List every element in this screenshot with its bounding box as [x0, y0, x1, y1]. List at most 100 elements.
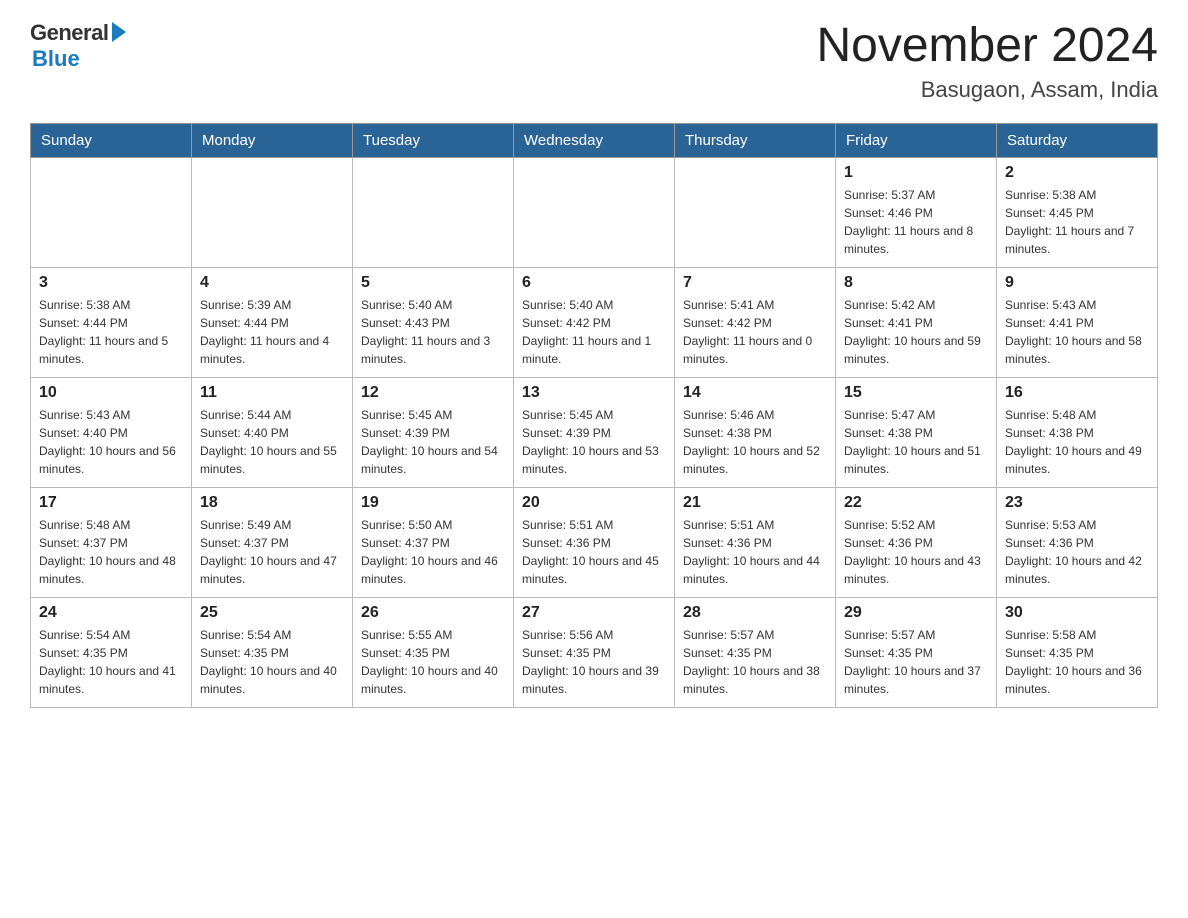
- calendar-cell: [31, 157, 192, 267]
- day-info: Sunrise: 5:49 AMSunset: 4:37 PMDaylight:…: [200, 516, 344, 588]
- page-header: General Blue November 2024 Basugaon, Ass…: [30, 20, 1158, 103]
- day-number: 20: [522, 494, 666, 512]
- day-info: Sunrise: 5:55 AMSunset: 4:35 PMDaylight:…: [361, 626, 505, 698]
- calendar-cell: 11 Sunrise: 5:44 AMSunset: 4:40 PMDayligh…: [192, 377, 353, 487]
- calendar-cell: 25Sunrise: 5:54 AMSunset: 4:35 PMDayligh…: [192, 597, 353, 707]
- calendar-row: 10 Sunrise: 5:43 AMSunset: 4:40 PMDayligh…: [31, 377, 1158, 487]
- calendar-cell: 24 Sunrise: 5:54 AMSunset: 4:35 PMDayligh…: [31, 597, 192, 707]
- day-info: Sunrise: 5:40 AMSunset: 4:43 PMDaylight:…: [361, 296, 505, 368]
- calendar-cell: 7 Sunrise: 5:41 AMSunset: 4:42 PMDaylight…: [675, 267, 836, 377]
- calendar-cell: 21 Sunrise: 5:51 AMSunset: 4:36 PMDayligh…: [675, 487, 836, 597]
- day-number: 18: [200, 494, 344, 512]
- day-info: Sunrise: 5:45 AMSunset: 4:39 PMDaylight:…: [361, 406, 505, 478]
- calendar-cell: 9 Sunrise: 5:43 AMSunset: 4:41 PMDaylight…: [997, 267, 1158, 377]
- calendar-row: 1 Sunrise: 5:37 AMSunset: 4:46 PMDaylight…: [31, 157, 1158, 267]
- calendar-cell: 3Sunrise: 5:38 AMSunset: 4:44 PMDaylight…: [31, 267, 192, 377]
- day-info: Sunrise: 5:47 AMSunset: 4:38 PMDaylight:…: [844, 406, 988, 478]
- calendar-cell: 15 Sunrise: 5:47 AMSunset: 4:38 PMDayligh…: [836, 377, 997, 487]
- calendar-cell: 20 Sunrise: 5:51 AMSunset: 4:36 PMDayligh…: [514, 487, 675, 597]
- logo-arrow-icon: [112, 22, 126, 42]
- day-info: Sunrise: 5:56 AMSunset: 4:35 PMDaylight:…: [522, 626, 666, 698]
- calendar-cell: 5 Sunrise: 5:40 AMSunset: 4:43 PMDaylight…: [353, 267, 514, 377]
- day-number: 11: [200, 384, 344, 402]
- day-number: 15: [844, 384, 988, 402]
- day-info: Sunrise: 5:38 AMSunset: 4:44 PMDaylight:…: [39, 296, 183, 368]
- day-info: Sunrise: 5:54 AMSunset: 4:35 PMDaylight:…: [39, 626, 183, 698]
- day-info: Sunrise: 5:40 AMSunset: 4:42 PMDaylight:…: [522, 296, 666, 368]
- day-info: Sunrise: 5:51 AMSunset: 4:36 PMDaylight:…: [522, 516, 666, 588]
- day-number: 6: [522, 274, 666, 292]
- calendar-cell: 6 Sunrise: 5:40 AMSunset: 4:42 PMDaylight…: [514, 267, 675, 377]
- calendar-cell: 13 Sunrise: 5:45 AMSunset: 4:39 PMDayligh…: [514, 377, 675, 487]
- month-title: November 2024: [816, 20, 1158, 73]
- day-info: Sunrise: 5:58 AMSunset: 4:35 PMDaylight:…: [1005, 626, 1149, 698]
- day-number: 7: [683, 274, 827, 292]
- calendar-cell: [353, 157, 514, 267]
- day-number: 4: [200, 274, 344, 292]
- day-number: 29: [844, 604, 988, 622]
- day-number: 26: [361, 604, 505, 622]
- weekday-header-saturday: Saturday: [997, 123, 1158, 157]
- day-info: Sunrise: 5:43 AMSunset: 4:41 PMDaylight:…: [1005, 296, 1149, 368]
- day-info: Sunrise: 5:41 AMSunset: 4:42 PMDaylight:…: [683, 296, 827, 368]
- logo-general-text: General: [30, 20, 108, 46]
- logo-blue-text: Blue: [32, 46, 80, 72]
- weekday-header-tuesday: Tuesday: [353, 123, 514, 157]
- calendar-cell: 29Sunrise: 5:57 AMSunset: 4:35 PMDayligh…: [836, 597, 997, 707]
- day-info: Sunrise: 5:48 AMSunset: 4:38 PMDaylight:…: [1005, 406, 1149, 478]
- day-number: 13: [522, 384, 666, 402]
- calendar-cell: 23 Sunrise: 5:53 AMSunset: 4:36 PMDayligh…: [997, 487, 1158, 597]
- calendar-cell: 27 Sunrise: 5:56 AMSunset: 4:35 PMDayligh…: [514, 597, 675, 707]
- day-number: 14: [683, 384, 827, 402]
- day-info: Sunrise: 5:46 AMSunset: 4:38 PMDaylight:…: [683, 406, 827, 478]
- day-number: 27: [522, 604, 666, 622]
- day-number: 17: [39, 494, 183, 512]
- day-info: Sunrise: 5:52 AMSunset: 4:36 PMDaylight:…: [844, 516, 988, 588]
- calendar-table: SundayMondayTuesdayWednesdayThursdayFrid…: [30, 123, 1158, 708]
- day-info: Sunrise: 5:51 AMSunset: 4:36 PMDaylight:…: [683, 516, 827, 588]
- calendar-cell: [675, 157, 836, 267]
- day-info: Sunrise: 5:53 AMSunset: 4:36 PMDaylight:…: [1005, 516, 1149, 588]
- calendar-header-row: SundayMondayTuesdayWednesdayThursdayFrid…: [31, 123, 1158, 157]
- day-info: Sunrise: 5:37 AMSunset: 4:46 PMDaylight:…: [844, 186, 988, 258]
- day-info: Sunrise: 5:45 AMSunset: 4:39 PMDaylight:…: [522, 406, 666, 478]
- day-number: 23: [1005, 494, 1149, 512]
- calendar-cell: 18 Sunrise: 5:49 AMSunset: 4:37 PMDayligh…: [192, 487, 353, 597]
- calendar-cell: 10 Sunrise: 5:43 AMSunset: 4:40 PMDayligh…: [31, 377, 192, 487]
- day-number: 9: [1005, 274, 1149, 292]
- day-number: 5: [361, 274, 505, 292]
- calendar-cell: 26 Sunrise: 5:55 AMSunset: 4:35 PMDayligh…: [353, 597, 514, 707]
- weekday-header-thursday: Thursday: [675, 123, 836, 157]
- calendar-cell: 1 Sunrise: 5:37 AMSunset: 4:46 PMDaylight…: [836, 157, 997, 267]
- day-number: 12: [361, 384, 505, 402]
- day-number: 16: [1005, 384, 1149, 402]
- calendar-row: 24 Sunrise: 5:54 AMSunset: 4:35 PMDayligh…: [31, 597, 1158, 707]
- weekday-header-sunday: Sunday: [31, 123, 192, 157]
- day-number: 22: [844, 494, 988, 512]
- calendar-cell: 14 Sunrise: 5:46 AMSunset: 4:38 PMDayligh…: [675, 377, 836, 487]
- calendar-cell: [192, 157, 353, 267]
- calendar-cell: 16 Sunrise: 5:48 AMSunset: 4:38 PMDayligh…: [997, 377, 1158, 487]
- calendar-cell: 28Sunrise: 5:57 AMSunset: 4:35 PMDayligh…: [675, 597, 836, 707]
- calendar-cell: 19Sunrise: 5:50 AMSunset: 4:37 PMDayligh…: [353, 487, 514, 597]
- day-number: 1: [844, 164, 988, 182]
- day-info: Sunrise: 5:48 AMSunset: 4:37 PMDaylight:…: [39, 516, 183, 588]
- day-info: Sunrise: 5:57 AMSunset: 4:35 PMDaylight:…: [683, 626, 827, 698]
- day-number: 25: [200, 604, 344, 622]
- location-title: Basugaon, Assam, India: [816, 77, 1158, 103]
- day-number: 8: [844, 274, 988, 292]
- calendar-cell: 12 Sunrise: 5:45 AMSunset: 4:39 PMDayligh…: [353, 377, 514, 487]
- day-info: Sunrise: 5:39 AMSunset: 4:44 PMDaylight:…: [200, 296, 344, 368]
- day-number: 24: [39, 604, 183, 622]
- weekday-header-monday: Monday: [192, 123, 353, 157]
- weekday-header-wednesday: Wednesday: [514, 123, 675, 157]
- calendar-row: 3Sunrise: 5:38 AMSunset: 4:44 PMDaylight…: [31, 267, 1158, 377]
- day-info: Sunrise: 5:44 AMSunset: 4:40 PMDaylight:…: [200, 406, 344, 478]
- day-number: 10: [39, 384, 183, 402]
- weekday-header-friday: Friday: [836, 123, 997, 157]
- logo: General Blue: [30, 20, 126, 72]
- day-number: 21: [683, 494, 827, 512]
- calendar-cell: [514, 157, 675, 267]
- day-info: Sunrise: 5:42 AMSunset: 4:41 PMDaylight:…: [844, 296, 988, 368]
- day-info: Sunrise: 5:43 AMSunset: 4:40 PMDaylight:…: [39, 406, 183, 478]
